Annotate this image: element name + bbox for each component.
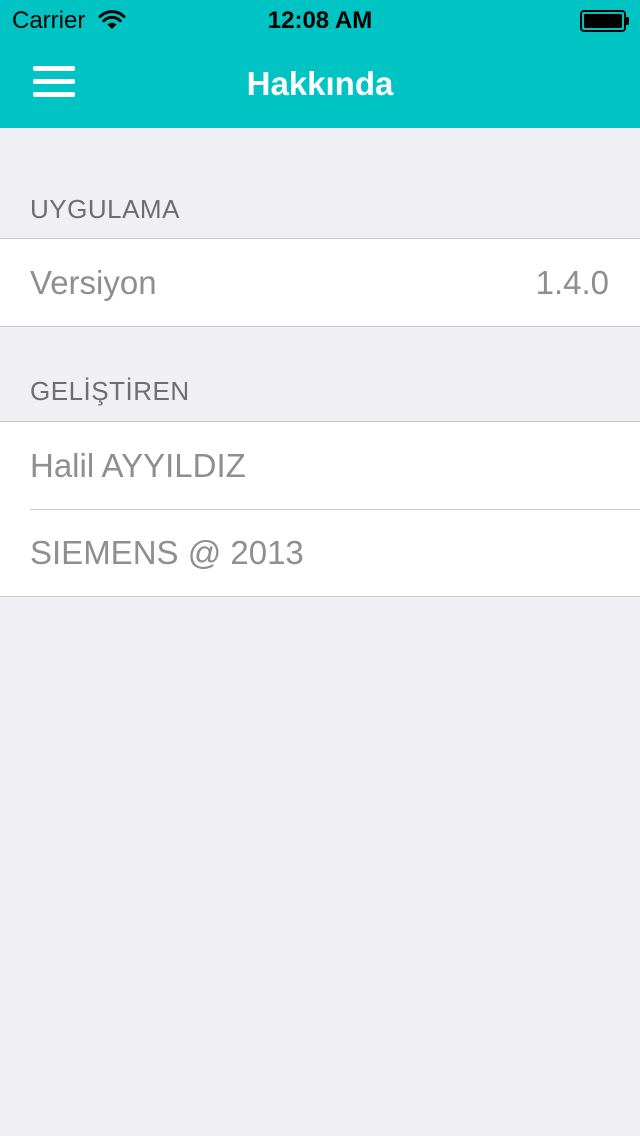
page-title: Hakkında [246,65,394,102]
status-time: 12:08 AM [267,7,373,34]
developer-group: Halil AYYILDIZ SIEMENS @ 2013 [0,421,640,597]
version-value: 1.4.0 [535,264,609,301]
battery-icon [580,10,629,32]
developer-name-cell[interactable]: Halil AYYILDIZ [0,422,640,509]
status-bar: Carrier 12:08 AM [0,0,640,40]
version-label: Versiyon [30,264,157,301]
application-group: Versiyon 1.4.0 [0,238,640,327]
section-header-developer: GELİŞTİREN [30,376,190,406]
developer-name-label: Halil AYYILDIZ [30,447,246,484]
company-label: SIEMENS @ 2013 [30,534,304,571]
version-cell[interactable]: Versiyon 1.4.0 [0,239,640,326]
company-cell[interactable]: SIEMENS @ 2013 [0,509,640,596]
section-header-application: UYGULAMA [30,194,180,224]
navigation-bar: Carrier 12:08 AM Hakkında [0,0,640,128]
